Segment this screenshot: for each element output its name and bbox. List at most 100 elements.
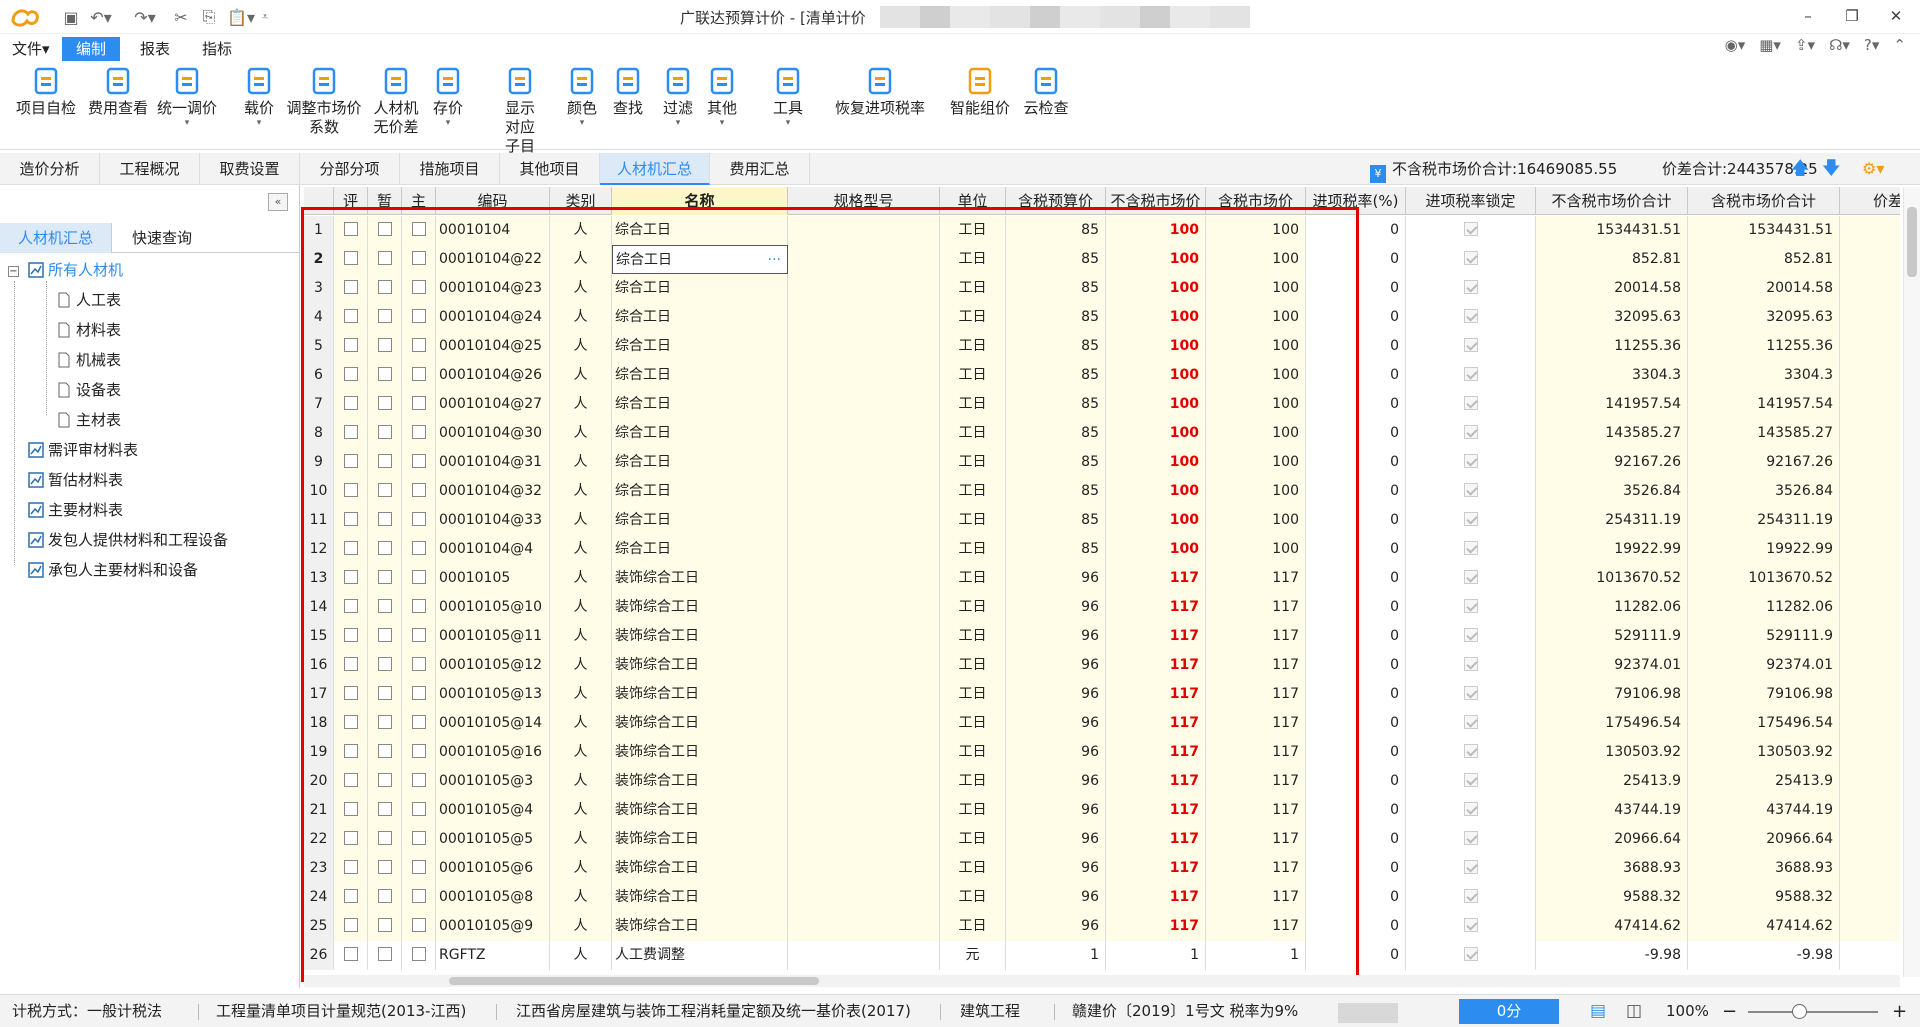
cell-col-2[interactable] — [368, 274, 402, 303]
checkbox[interactable] — [343, 831, 358, 845]
cell-col-13[interactable] — [1406, 651, 1536, 680]
left-tab-summary[interactable]: 人材机汇总 — [0, 223, 112, 253]
col-header-16[interactable]: 价差 — [1840, 187, 1900, 215]
table-row[interactable]: 24 00010105@8 人装饰综合工日 工日 96 117 117 0 9588.32 958… — [304, 883, 1900, 912]
tree-node-5[interactable]: 主材表 — [56, 409, 121, 431]
cell-col-3[interactable] — [402, 593, 436, 622]
checkbox[interactable] — [377, 773, 392, 787]
checkbox[interactable] — [343, 541, 358, 555]
menu-file[interactable]: 文件▾ — [2, 37, 60, 61]
checkbox[interactable] — [377, 367, 392, 381]
checkbox[interactable] — [343, 454, 358, 468]
ribbon-btn-7[interactable]: 显示 对应子目 — [501, 66, 539, 156]
cell-col-3[interactable] — [402, 883, 436, 912]
checkbox[interactable] — [343, 425, 358, 439]
checkbox[interactable] — [343, 599, 358, 613]
ribbon-btn-0[interactable]: 项目自检 — [12, 66, 80, 118]
tree-node-2[interactable]: 材料表 — [56, 319, 121, 341]
checkbox[interactable] — [411, 454, 426, 468]
cell-col-2[interactable] — [368, 216, 402, 245]
vertical-scroll-thumb[interactable] — [1907, 207, 1917, 277]
cell-col-13[interactable] — [1406, 216, 1536, 245]
zoom-slider[interactable] — [1748, 1011, 1878, 1013]
cell-col-3[interactable] — [402, 216, 436, 245]
cell-col-3[interactable] — [402, 825, 436, 854]
cell-col-1[interactable] — [334, 303, 368, 332]
cell-col-13[interactable] — [1406, 883, 1536, 912]
minimize-icon[interactable]: – — [1796, 4, 1820, 28]
arrow-down-icon[interactable]: 🡇 — [1822, 153, 1841, 185]
help-icon[interactable]: ?▾ — [1864, 36, 1880, 54]
save-icon[interactable]: ▣ — [60, 6, 82, 28]
checkbox[interactable] — [343, 918, 358, 932]
checkbox[interactable] — [377, 715, 392, 729]
tax-lock-checkbox[interactable] — [1463, 715, 1478, 729]
tax-lock-checkbox[interactable] — [1463, 541, 1478, 555]
cell-col-13[interactable] — [1406, 564, 1536, 593]
table-row[interactable]: 19 00010105@16 人装饰综合工日 工日 96 117 117 0 130503.92… — [304, 738, 1900, 767]
cell-col-3[interactable] — [402, 332, 436, 361]
cell-col-2[interactable] — [368, 854, 402, 883]
checkbox[interactable] — [411, 715, 426, 729]
cell-col-3[interactable] — [402, 738, 436, 767]
cell-col-1[interactable] — [334, 912, 368, 941]
cell-col-3[interactable] — [402, 767, 436, 796]
cell-col-2[interactable] — [368, 332, 402, 361]
checkbox[interactable] — [377, 338, 392, 352]
table-row[interactable]: 20 00010105@3 人装饰综合工日 工日 96 117 117 0 25413.9 254… — [304, 767, 1900, 796]
cell-col-1[interactable] — [334, 593, 368, 622]
checkbox[interactable] — [343, 280, 358, 294]
tax-lock-checkbox[interactable] — [1463, 280, 1478, 294]
cell-col-3[interactable] — [402, 854, 436, 883]
col-header-12[interactable]: 进项税率(%) — [1306, 187, 1406, 215]
checkbox[interactable] — [411, 657, 426, 671]
tax-lock-checkbox[interactable] — [1463, 831, 1478, 845]
cell-col-2[interactable] — [368, 680, 402, 709]
horizontal-scroll-thumb[interactable] — [449, 977, 819, 985]
checkbox[interactable] — [377, 599, 392, 613]
tax-lock-checkbox[interactable] — [1463, 251, 1478, 265]
tax-lock-checkbox[interactable] — [1463, 802, 1478, 816]
table-row[interactable]: 23 00010105@6 人装饰综合工日 工日 96 117 117 0 3688.93 368… — [304, 854, 1900, 883]
table-row[interactable]: 16 00010105@12 人装饰综合工日 工日 96 117 117 0 92374.01 9… — [304, 651, 1900, 680]
zoom-slider-handle[interactable] — [1792, 1004, 1807, 1019]
cell-col-1[interactable] — [334, 535, 368, 564]
tax-lock-checkbox[interactable] — [1463, 570, 1478, 584]
checkbox[interactable] — [377, 686, 392, 700]
tree-node-9[interactable]: 发包人提供材料和工程设备 — [28, 529, 228, 551]
cell-col-1[interactable] — [334, 332, 368, 361]
checkbox[interactable] — [411, 483, 426, 497]
checkbox[interactable] — [343, 686, 358, 700]
cell-col-3[interactable] — [402, 680, 436, 709]
checkbox[interactable] — [377, 512, 392, 526]
col-header-14[interactable]: 不含税市场价合计 — [1536, 187, 1688, 215]
cell-col-13[interactable] — [1406, 274, 1536, 303]
checkbox[interactable] — [411, 309, 426, 323]
col-header-8[interactable]: 单位 — [940, 187, 1006, 215]
cell-col-2[interactable] — [368, 883, 402, 912]
checkbox[interactable] — [343, 744, 358, 758]
checkbox[interactable] — [377, 280, 392, 294]
cell-col-2[interactable] — [368, 912, 402, 941]
cell-col-13[interactable] — [1406, 738, 1536, 767]
menu-index[interactable]: 指标 — [192, 37, 242, 61]
table-row[interactable]: 7 00010104@27 人综合工日 工日 85 100 100 0 141957.54 141… — [304, 390, 1900, 419]
checkbox[interactable] — [411, 599, 426, 613]
checkbox[interactable] — [411, 280, 426, 294]
checkbox[interactable] — [377, 860, 392, 874]
checkbox[interactable] — [411, 744, 426, 758]
col-header-10[interactable]: 不含税市场价 — [1106, 187, 1206, 215]
tax-lock-checkbox[interactable] — [1463, 338, 1478, 352]
tax-lock-checkbox[interactable] — [1463, 889, 1478, 903]
cell-col-1[interactable] — [334, 361, 368, 390]
ribbon-btn-4[interactable]: 调整市场价 系数 — [283, 66, 366, 137]
tax-lock-checkbox[interactable] — [1463, 773, 1478, 787]
checkbox[interactable] — [377, 831, 392, 845]
restore-icon[interactable]: ❐ — [1840, 4, 1864, 28]
checkbox[interactable] — [411, 686, 426, 700]
upload-icon[interactable]: ⇪▾ — [1795, 36, 1815, 54]
tab-4[interactable]: 措施项目 — [400, 153, 500, 185]
tab-5[interactable]: 其他项目 — [500, 153, 600, 185]
cell-col-3[interactable] — [402, 622, 436, 651]
cell-col-13[interactable] — [1406, 767, 1536, 796]
